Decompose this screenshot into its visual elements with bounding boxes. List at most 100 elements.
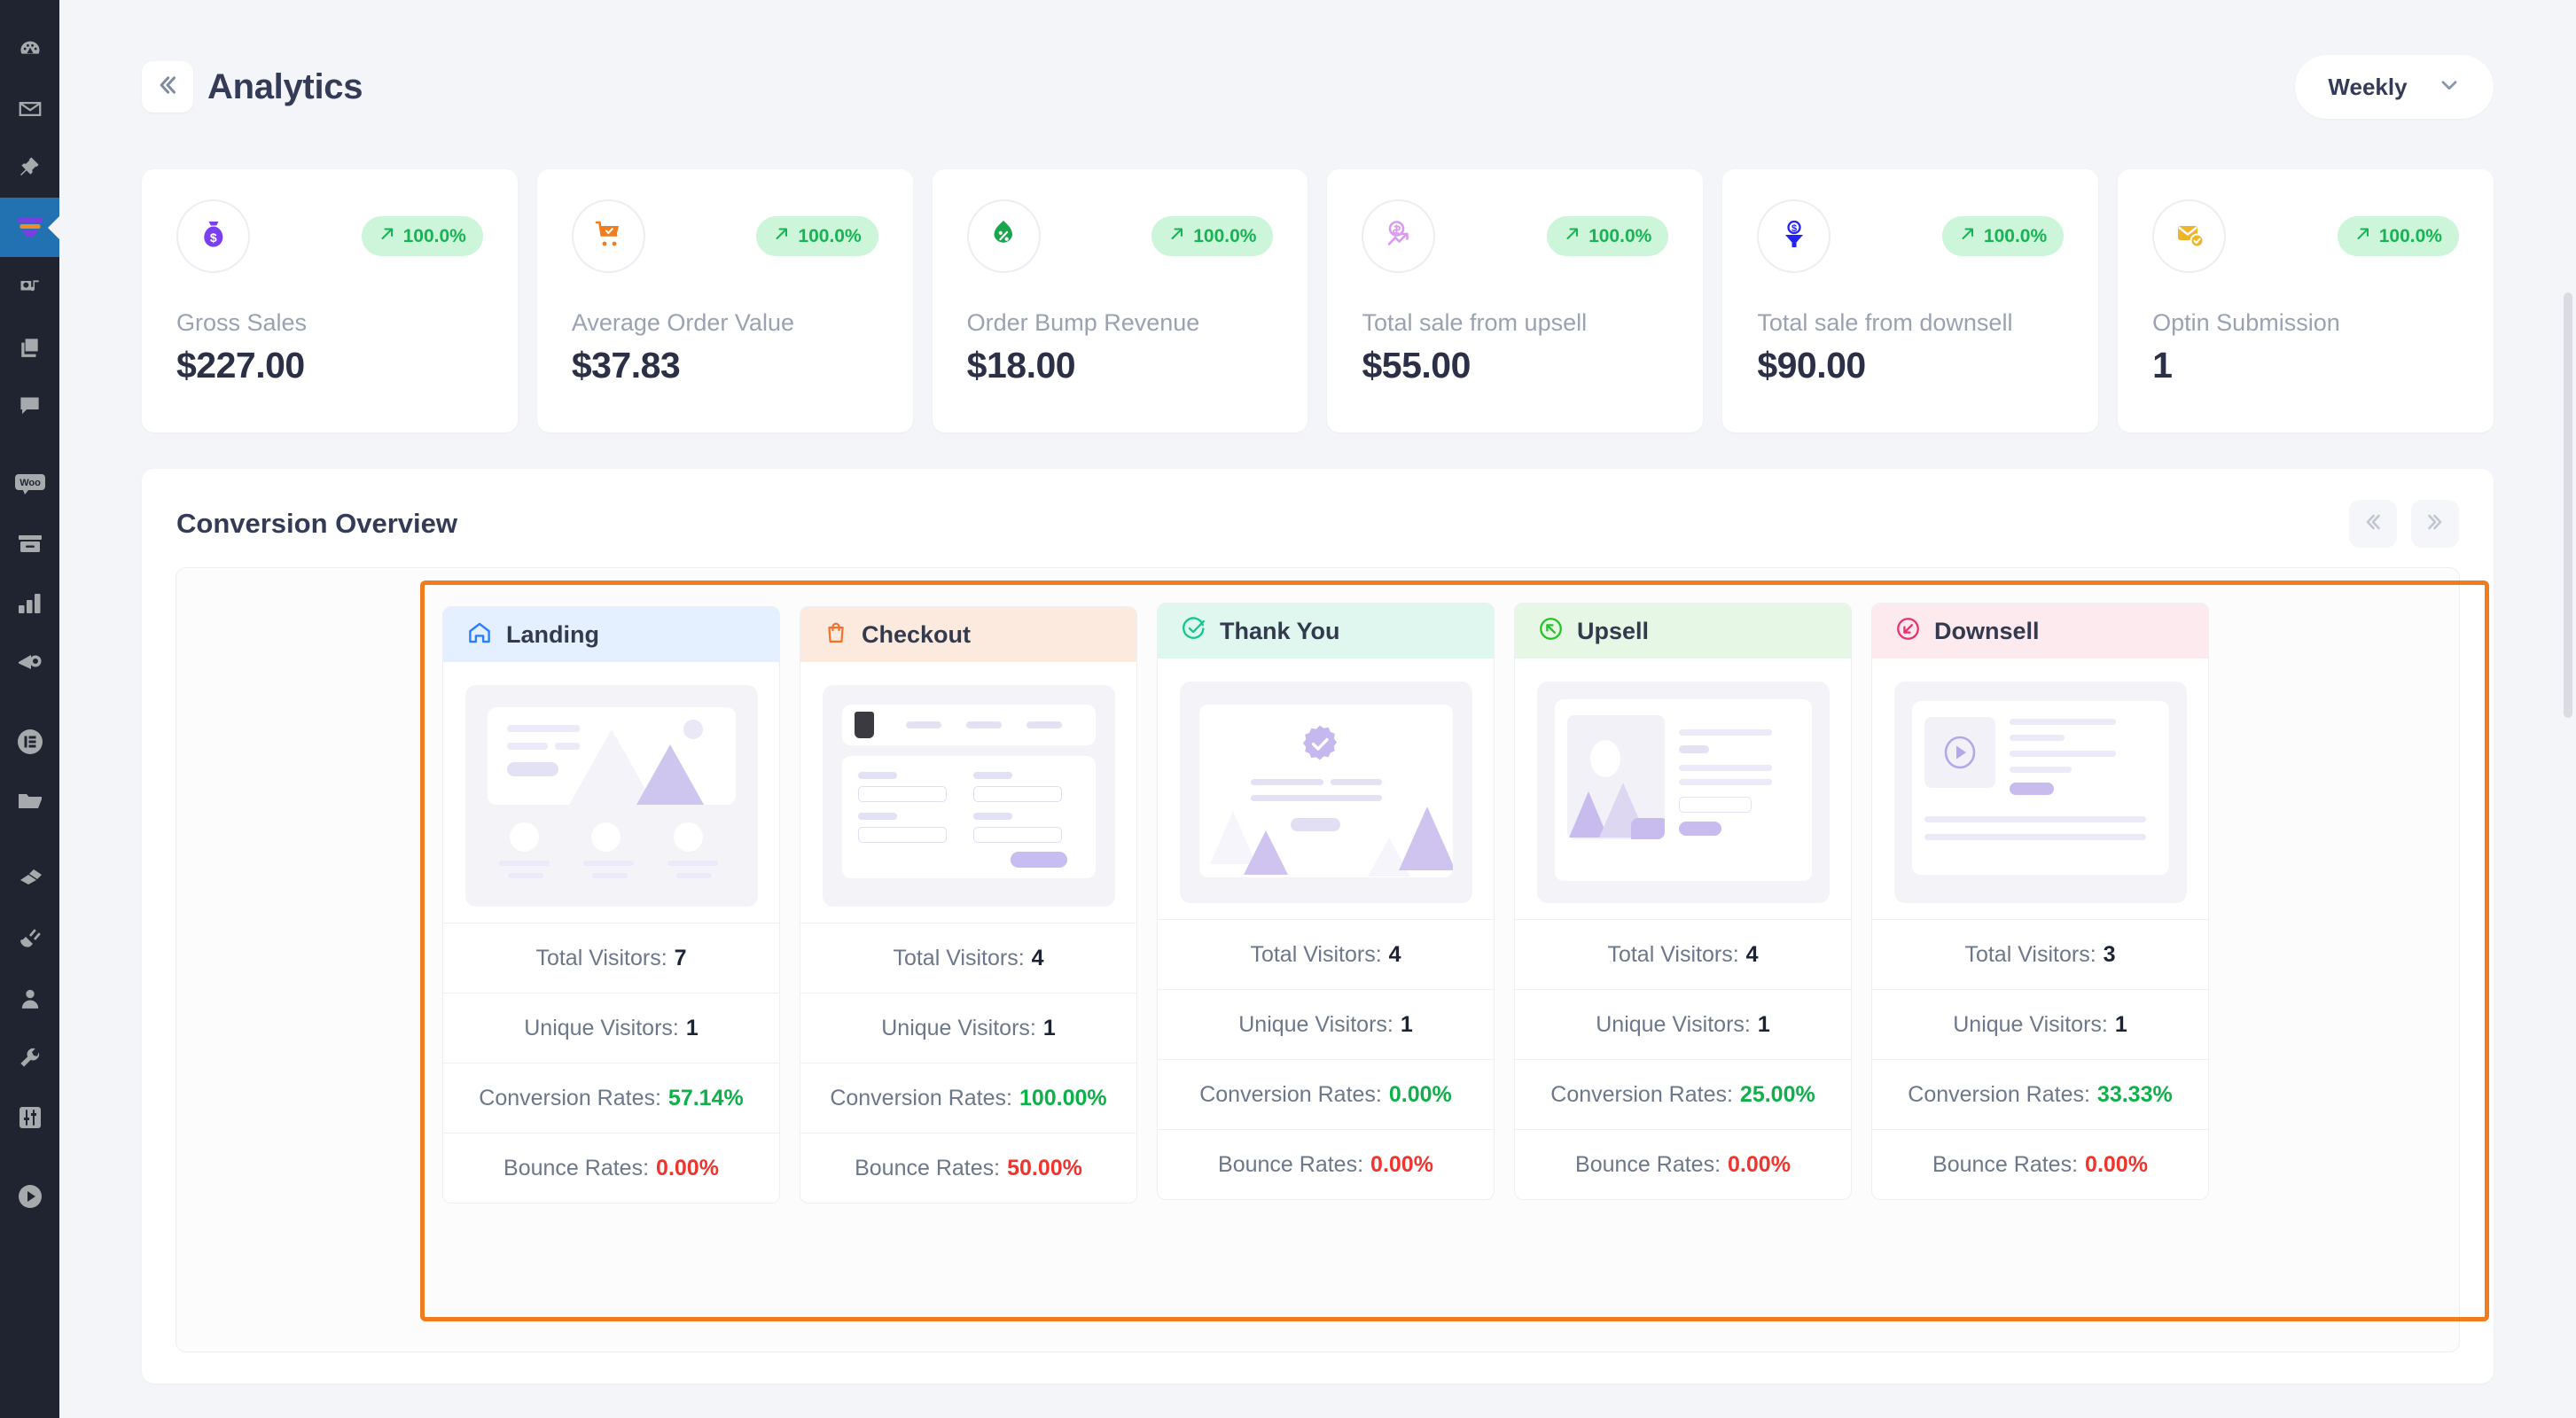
kpi-change-value: 100.0% xyxy=(1193,225,1257,246)
arrow-up-right-icon xyxy=(379,225,396,248)
stat-value: 0.00% xyxy=(1728,1151,1791,1177)
stat-label: Bounce Rates: xyxy=(1218,1151,1364,1177)
funnel-stat-conversion-rate: Conversion Rates: 25.00% xyxy=(1515,1059,1851,1129)
home-icon xyxy=(466,619,493,651)
funnel-stat-bounce-rate: Bounce Rates: 0.00% xyxy=(1872,1129,2208,1199)
wp-admin-sidebar: Woo xyxy=(0,0,59,1418)
funnel-step-card-upsell[interactable]: Upsell Total Visitors: 4 Unique Visitors… xyxy=(1514,603,1852,1200)
sidebar-item-tools[interactable] xyxy=(0,1028,59,1087)
thank-you-wireframe xyxy=(1179,682,1472,903)
sidebar-item-analytics[interactable] xyxy=(0,573,59,633)
sidebar-item-woocommerce[interactable]: Woo xyxy=(0,455,59,514)
analytics-page: Analytics Weekly $ 100.0% Gross Sales $2… xyxy=(59,0,2576,1418)
funnel-step-name: Checkout xyxy=(862,620,972,648)
stat-value: 4 xyxy=(1388,941,1401,967)
plug-icon xyxy=(18,927,42,951)
kpi-card-gross-sales[interactable]: $ 100.0% Gross Sales $227.00 xyxy=(142,169,518,432)
sidebar-item-templates[interactable] xyxy=(0,771,59,830)
arrow-down-circle-icon xyxy=(1895,616,1921,646)
stat-label: Conversion Rates: xyxy=(1550,1081,1733,1107)
svg-text:$: $ xyxy=(1791,223,1797,234)
stat-value: 0.00% xyxy=(2085,1151,2148,1177)
stat-label: Bounce Rates: xyxy=(1575,1151,1721,1177)
landing-page-wireframe xyxy=(464,685,758,907)
sidebar-item-plugins[interactable] xyxy=(0,909,59,969)
user-icon xyxy=(19,987,42,1010)
kpi-value: $18.00 xyxy=(966,345,1076,386)
stat-value: 1 xyxy=(1757,1011,1770,1037)
stat-value: 1 xyxy=(1400,1011,1413,1037)
funnel-step-card-checkout[interactable]: Checkout Total Visitors: 4 Unique Visito… xyxy=(800,606,1137,1204)
funnel-stat-unique-visitors: Unique Visitors: 1 xyxy=(1872,989,2208,1059)
stat-value: 4 xyxy=(1031,945,1044,970)
stat-value: 57.14% xyxy=(667,1085,744,1110)
funnel-step-thumbnail-wrap xyxy=(1872,658,2208,919)
paintbrush-icon xyxy=(18,869,43,892)
sidebar-item-funnel[interactable] xyxy=(0,198,59,257)
sidebar-item-dashboard[interactable] xyxy=(0,19,59,79)
sidebar-item-comments[interactable] xyxy=(0,376,59,435)
stat-label: Total Visitors: xyxy=(893,945,1025,970)
sidebar-item-settings[interactable] xyxy=(0,1087,59,1147)
conversion-overview-title: Conversion Overview xyxy=(176,508,458,539)
archive-icon xyxy=(18,534,43,555)
sidebar-item-appearance[interactable] xyxy=(0,850,59,909)
stat-label: Unique Visitors: xyxy=(524,1015,679,1040)
stat-value: 100.00% xyxy=(1019,1085,1107,1110)
kpi-card-average-order-value[interactable]: 100.0% Average Order Value $37.83 xyxy=(536,169,913,432)
period-select[interactable]: Weekly xyxy=(2295,55,2494,119)
collapse-sidebar-button[interactable] xyxy=(142,61,193,113)
funnel-step-header: Downsell xyxy=(1872,604,2208,658)
kpi-icon-wrap xyxy=(571,199,645,273)
funnel-step-header: Landing xyxy=(443,607,779,662)
funnel-stat-total-visitors: Total Visitors: 7 xyxy=(443,923,779,993)
kpi-change-value: 100.0% xyxy=(1589,225,1652,246)
sales-funnel-icon: $ xyxy=(1776,216,1812,256)
funnel-step-name: Landing xyxy=(506,620,599,648)
funnel-step-card-thank-you[interactable]: Thank You Total Visitors: 4 Unique Visit… xyxy=(1157,603,1495,1200)
kpi-change-value: 100.0% xyxy=(798,225,862,246)
funnel-step-card-downsell[interactable]: Downsell Total Visitors: 3 Unique Visito… xyxy=(1871,603,2209,1200)
kpi-change-badge: 100.0% xyxy=(2337,216,2459,256)
kpi-top-row: 100.0% xyxy=(1362,199,1669,273)
sidebar-item-products[interactable] xyxy=(0,514,59,573)
svg-text:$: $ xyxy=(209,230,216,245)
conversion-next-button[interactable] xyxy=(2411,500,2459,548)
page-scrollbar[interactable] xyxy=(2564,292,2572,718)
period-select-label: Weekly xyxy=(2328,73,2408,100)
funnel-stat-bounce-rate: Bounce Rates: 0.00% xyxy=(443,1133,779,1203)
sidebar-item-mail[interactable] xyxy=(0,79,59,138)
funnel-stat-bounce-rate: Bounce Rates: 0.00% xyxy=(1515,1129,1851,1199)
kpi-card-optin-submission[interactable]: 100.0% Optin Submission 1 xyxy=(2118,169,2494,432)
sidebar-item-marketing[interactable] xyxy=(0,633,59,692)
page-title: Analytics xyxy=(207,66,363,106)
kpi-card-total-sale-from-downsell[interactable]: $ 100.0% Total sale from downsell $90.00 xyxy=(1722,169,2099,432)
kpi-card-order-bump-revenue[interactable]: 100.0% Order Bump Revenue $18.00 xyxy=(932,169,1308,432)
stat-label: Unique Visitors: xyxy=(1238,1011,1393,1037)
kpi-icon-wrap xyxy=(1362,199,1436,273)
stat-label: Unique Visitors: xyxy=(1596,1011,1751,1037)
sidebar-item-users[interactable] xyxy=(0,969,59,1028)
kpi-label: Average Order Value xyxy=(571,309,794,336)
funnel-step-card-landing[interactable]: Landing Total Visitors: 7 Unique Visitor… xyxy=(442,606,780,1204)
conversion-prev-button[interactable] xyxy=(2349,500,2397,548)
funnel-stat-bounce-rate: Bounce Rates: 0.00% xyxy=(1158,1129,1494,1199)
arrow-up-right-icon xyxy=(1168,225,1186,248)
kpi-label: Total sale from downsell xyxy=(1757,309,2013,336)
stat-label: Total Visitors: xyxy=(1607,941,1739,967)
sidebar-item-pages[interactable] xyxy=(0,316,59,376)
chevron-double-left-icon xyxy=(154,72,181,103)
sidebar-item-player[interactable] xyxy=(0,1166,59,1226)
sidebar-item-media[interactable] xyxy=(0,257,59,316)
sidebar-item-elementor[interactable] xyxy=(0,712,59,771)
stat-value: 0.00% xyxy=(656,1155,719,1180)
kpi-card-total-sale-from-upsell[interactable]: 100.0% Total sale from upsell $55.00 xyxy=(1327,169,1704,432)
funnel-step-header: Upsell xyxy=(1515,604,1851,658)
sliders-icon xyxy=(19,1106,42,1129)
comment-icon xyxy=(18,393,42,417)
funnel-stat-conversion-rate: Conversion Rates: 33.33% xyxy=(1872,1059,2208,1129)
funnel-step-name: Downsell xyxy=(1934,617,2040,644)
sidebar-item-pin[interactable] xyxy=(0,138,59,198)
wrench-icon xyxy=(18,1046,42,1070)
kpi-change-badge: 100.0% xyxy=(756,216,878,256)
